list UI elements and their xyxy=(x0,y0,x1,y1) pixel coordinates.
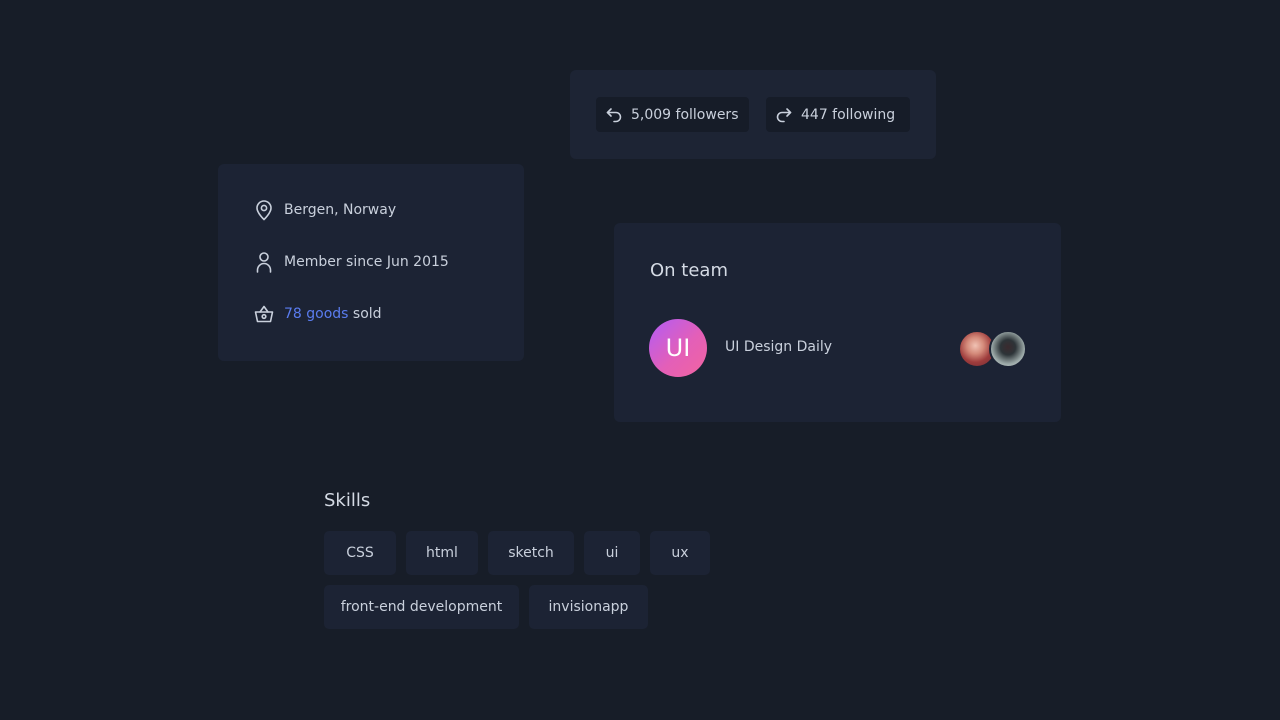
location-row: Bergen, Norway xyxy=(254,199,396,221)
skill-tag[interactable]: CSS xyxy=(324,531,396,575)
location-text: Bergen, Norway xyxy=(284,202,397,218)
team-name[interactable]: UI Design Daily xyxy=(725,339,832,355)
skills-heading: Skills xyxy=(324,490,371,511)
forward-arrow-icon xyxy=(776,107,792,122)
user-icon xyxy=(256,252,272,273)
skill-tag[interactable]: html xyxy=(406,531,478,575)
goods-sold-row: 78 goods sold xyxy=(254,304,382,324)
following-button[interactable]: 447 following xyxy=(766,97,910,132)
member-since-text: Member since Jun 2015 xyxy=(284,254,449,270)
goods-link[interactable]: 78 goods xyxy=(284,306,348,322)
goods-sold-suffix: sold xyxy=(348,306,382,322)
skill-tag[interactable]: ux xyxy=(650,531,710,575)
team-member-avatar[interactable] xyxy=(989,330,1027,368)
team-card: On team UI UI Design Daily xyxy=(614,223,1061,422)
profile-info-card: Bergen, Norway Member since Jun 2015 78 … xyxy=(218,164,524,361)
location-pin-icon xyxy=(256,200,272,221)
skill-tag[interactable]: invisionapp xyxy=(529,585,648,629)
member-since-row: Member since Jun 2015 xyxy=(254,251,449,273)
followers-button[interactable]: 5,009 followers xyxy=(596,97,749,132)
following-label: 447 following xyxy=(801,106,896,123)
follow-stats-card: 5,009 followers 447 following xyxy=(570,70,936,159)
team-logo[interactable]: UI xyxy=(649,319,707,377)
reply-arrow-icon xyxy=(606,107,622,122)
goods-sold-text: 78 goods sold xyxy=(284,306,382,322)
basket-icon xyxy=(254,305,274,323)
skill-tag[interactable]: sketch xyxy=(488,531,574,575)
followers-label: 5,009 followers xyxy=(631,106,739,123)
skill-tag[interactable]: front-end development xyxy=(324,585,519,629)
skill-tag[interactable]: ui xyxy=(584,531,640,575)
team-heading: On team xyxy=(650,260,728,281)
